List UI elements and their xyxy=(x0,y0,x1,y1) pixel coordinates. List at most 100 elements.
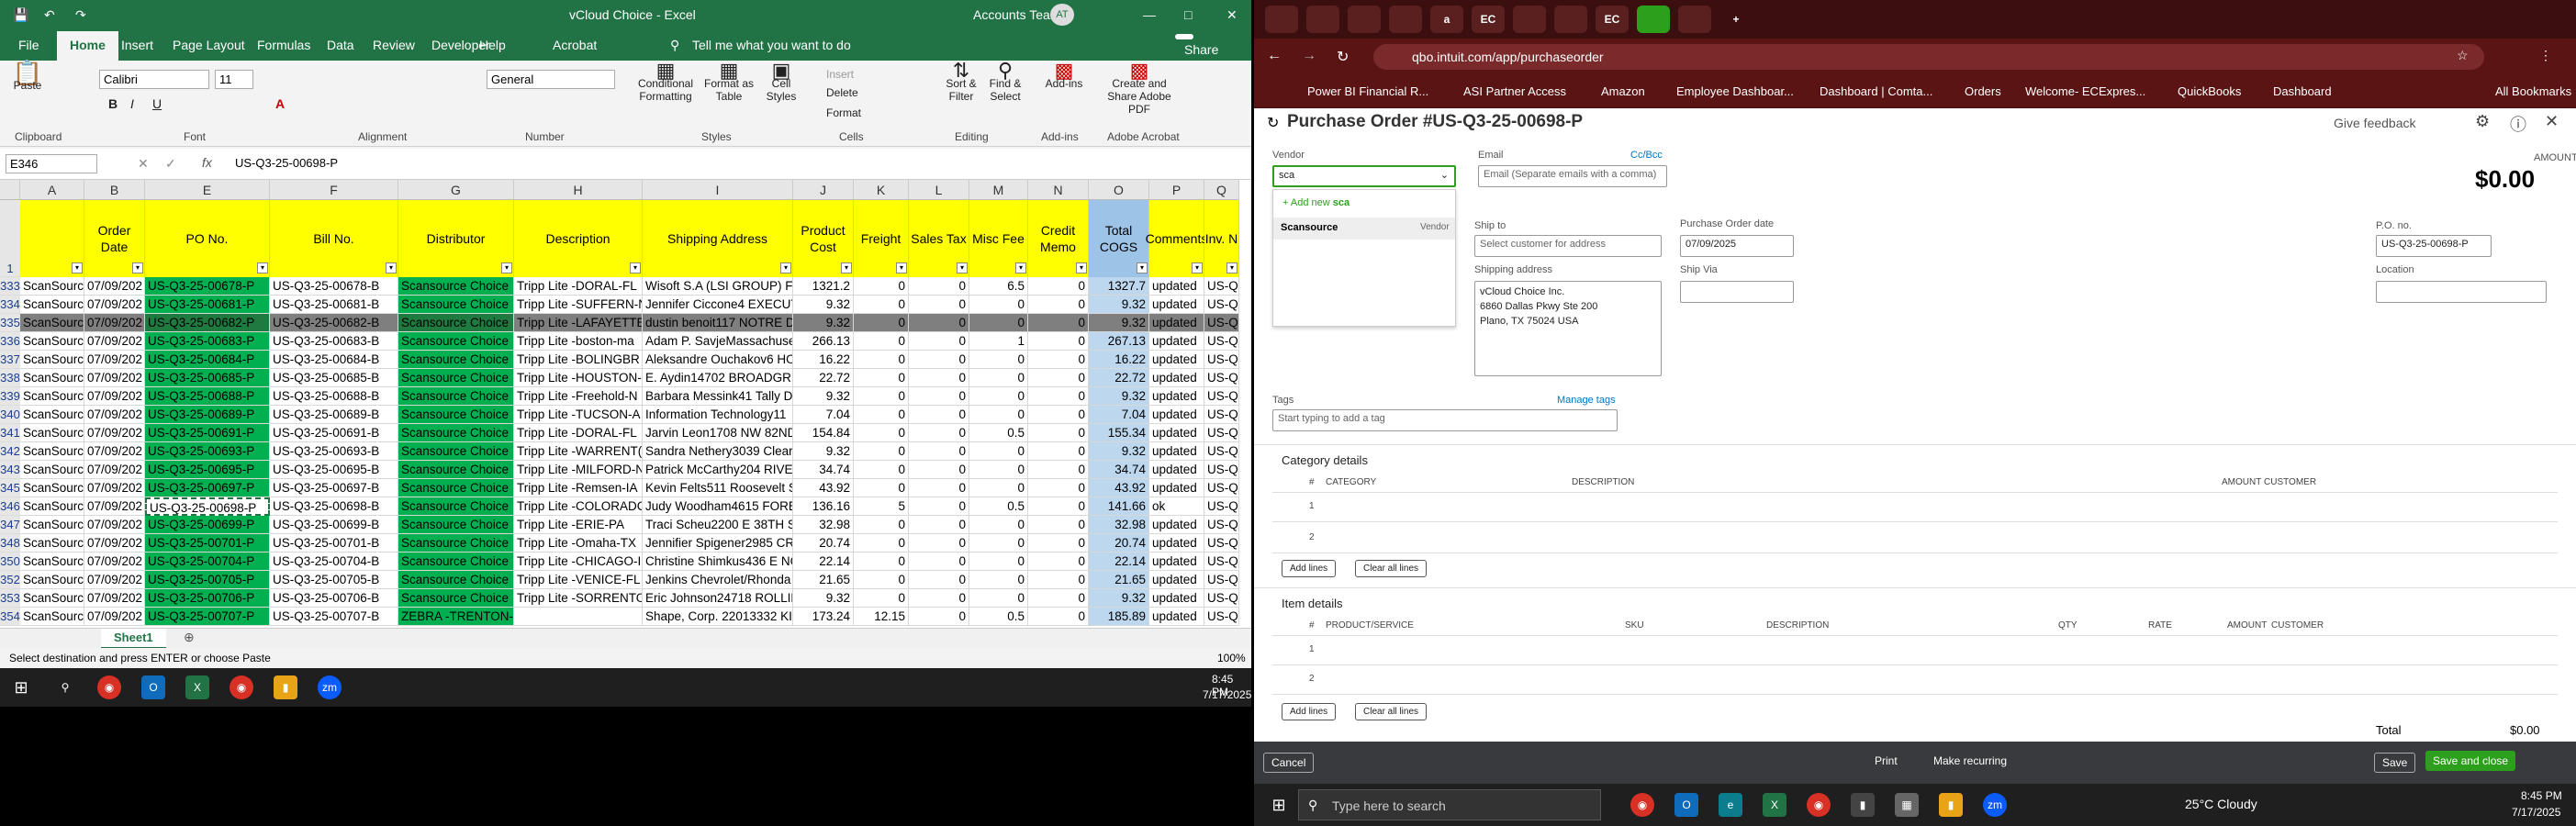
bookmark-8[interactable]: QuickBooks xyxy=(2178,84,2241,98)
cell[interactable]: 07/09/202 xyxy=(84,314,145,332)
cancel-button[interactable]: Cancel xyxy=(1263,753,1315,773)
cell[interactable]: US-Q3-25-00707-B xyxy=(270,608,398,626)
cell[interactable]: 136.16 xyxy=(793,497,854,516)
cell[interactable]: Aleksandre Ouchakov6 HO xyxy=(643,351,793,369)
cell[interactable]: 0 xyxy=(1028,608,1089,626)
cell[interactable]: US-Q3 xyxy=(1204,608,1239,626)
row-number[interactable]: 341 xyxy=(0,424,20,442)
filter-dropdown-icon[interactable]: ▾ xyxy=(72,262,83,273)
edge-icon[interactable]: e xyxy=(1719,793,1742,817)
cat-add-lines-button[interactable]: Add lines xyxy=(1282,560,1337,577)
cell[interactable]: 0 xyxy=(909,387,969,406)
formula-input[interactable]: US-Q3-25-00698-P xyxy=(235,156,338,170)
cell[interactable]: ScanSourc xyxy=(20,351,84,369)
cell[interactable]: Christine Shimkus436 E NC xyxy=(643,553,793,571)
cell[interactable]: Scansource Choice xyxy=(398,571,514,589)
cell[interactable]: 9.32 xyxy=(1089,589,1149,608)
cell[interactable]: US-Q3-25-00685-B xyxy=(270,369,398,387)
cell[interactable]: Tripp Lite -WARRENT( xyxy=(514,442,643,461)
cell[interactable]: Tripp Lite -COLORADC xyxy=(514,497,643,516)
cell[interactable]: Wisoft S.A (LSI GROUP) FB( xyxy=(643,277,793,296)
number-format-select[interactable]: General xyxy=(487,70,615,89)
row-number[interactable]: 354 xyxy=(0,608,20,626)
cell[interactable]: updated xyxy=(1149,296,1204,314)
cell[interactable]: 0 xyxy=(969,589,1028,608)
cell[interactable]: US-Q3-25-00689-B xyxy=(270,406,398,424)
cell[interactable]: Scansource Choice xyxy=(398,314,514,332)
cell[interactable]: 22.72 xyxy=(1089,369,1149,387)
cell[interactable]: Scansource Choice xyxy=(398,296,514,314)
cell[interactable]: US-Q3-25-00701-P xyxy=(145,534,270,553)
underline-icon[interactable]: U xyxy=(152,97,162,110)
filter-dropdown-icon[interactable]: ▾ xyxy=(1015,262,1026,273)
filter-dropdown-icon[interactable]: ▾ xyxy=(257,262,268,273)
font-color-icon[interactable]: A xyxy=(275,97,285,110)
save-button[interactable]: Save xyxy=(2374,753,2416,773)
cancel-formula-icon[interactable]: ✕ xyxy=(138,156,149,172)
cell[interactable]: US-Q3 xyxy=(1204,461,1239,479)
tab-help[interactable]: Acrobat xyxy=(553,38,597,52)
cell[interactable]: 0 xyxy=(909,534,969,553)
outlook-icon-2[interactable]: O xyxy=(1674,793,1698,817)
save-close-button[interactable]: Save and close xyxy=(2425,751,2516,771)
filter-dropdown-icon[interactable]: ▾ xyxy=(780,262,791,273)
cell[interactable]: 07/09/202 xyxy=(84,406,145,424)
filter-dropdown-icon[interactable]: ▾ xyxy=(1076,262,1087,273)
font-size-select[interactable]: 11 xyxy=(215,70,253,89)
cell[interactable]: 0 xyxy=(1028,406,1089,424)
sort-filter-button[interactable]: ⇅ Sort & Filter xyxy=(940,61,982,104)
row-number[interactable]: 337 xyxy=(0,351,20,369)
cell[interactable]: US-Q3 xyxy=(1204,314,1239,332)
cell[interactable]: 0 xyxy=(909,314,969,332)
cell[interactable]: 154.84 xyxy=(793,424,854,442)
email-input[interactable]: Email (Separate emails with a comma) xyxy=(1478,165,1667,187)
cell[interactable]: 07/09/202 xyxy=(84,387,145,406)
cell[interactable]: 0 xyxy=(969,296,1028,314)
select-all-corner[interactable] xyxy=(0,180,20,200)
cell[interactable]: 0 xyxy=(1028,296,1089,314)
cell[interactable]: 9.32 xyxy=(1089,296,1149,314)
restore-icon[interactable]: □ xyxy=(1184,7,1192,22)
bookmark-6[interactable]: Orders xyxy=(1965,84,2001,98)
cell[interactable]: ScanSourc xyxy=(20,314,84,332)
cell[interactable]: Kevin Felts511 Roosevelt S xyxy=(643,479,793,497)
cell[interactable]: 0 xyxy=(909,461,969,479)
chrome-icon[interactable]: ◉ xyxy=(97,675,121,699)
cell[interactable]: updated xyxy=(1149,571,1204,589)
cell[interactable]: 0 xyxy=(854,296,909,314)
cell[interactable]: ScanSourc xyxy=(20,497,84,516)
windows-start-icon[interactable]: ⊞ xyxy=(9,675,33,699)
cell[interactable]: US-Q3 xyxy=(1204,406,1239,424)
cell[interactable]: US-Q3-25-00683-P xyxy=(145,332,270,351)
cell[interactable]: US-Q3 xyxy=(1204,387,1239,406)
cell[interactable]: Adam P. SavjeMassachuse xyxy=(643,332,793,351)
cell[interactable]: 9.32 xyxy=(793,589,854,608)
cell[interactable]: 20.74 xyxy=(1089,534,1149,553)
cell[interactable]: 173.24 xyxy=(793,608,854,626)
column-header-B[interactable]: B xyxy=(84,180,145,200)
bookmark-4[interactable]: Employee Dashboar... xyxy=(1676,84,1794,98)
cell[interactable]: 0 xyxy=(1028,424,1089,442)
cell[interactable]: ScanSourc xyxy=(20,442,84,461)
cell[interactable]: 0 xyxy=(854,571,909,589)
cell[interactable]: 0 xyxy=(969,351,1028,369)
tab-page-layout[interactable]: Page Layout xyxy=(173,38,245,52)
row-number[interactable]: 348 xyxy=(0,534,20,553)
addins-button[interactable]: ▩ Add-ins xyxy=(1041,61,1087,91)
row-number[interactable]: 350 xyxy=(0,553,20,571)
browser-tab[interactable]: EC xyxy=(1472,6,1505,33)
cell[interactable]: 0 xyxy=(1028,534,1089,553)
cell[interactable]: US-Q3-25-00701-B xyxy=(270,534,398,553)
cell[interactable]: Tripp Lite -ERIE-PA xyxy=(514,516,643,534)
cell[interactable]: 0 xyxy=(969,479,1028,497)
row-number[interactable]: 334 xyxy=(0,296,20,314)
star-icon[interactable]: ☆ xyxy=(2457,48,2469,63)
chrome-icon-3[interactable]: ◉ xyxy=(1630,793,1654,817)
cell[interactable]: US-Q3 xyxy=(1204,332,1239,351)
cell[interactable]: 0 xyxy=(969,387,1028,406)
zoom-level[interactable]: 100% xyxy=(1217,652,1246,664)
outlook-icon[interactable]: O xyxy=(141,675,165,699)
cell[interactable]: 22.72 xyxy=(793,369,854,387)
cell[interactable]: US-Q3-25-00699-B xyxy=(270,516,398,534)
cell[interactable]: 0 xyxy=(909,497,969,516)
